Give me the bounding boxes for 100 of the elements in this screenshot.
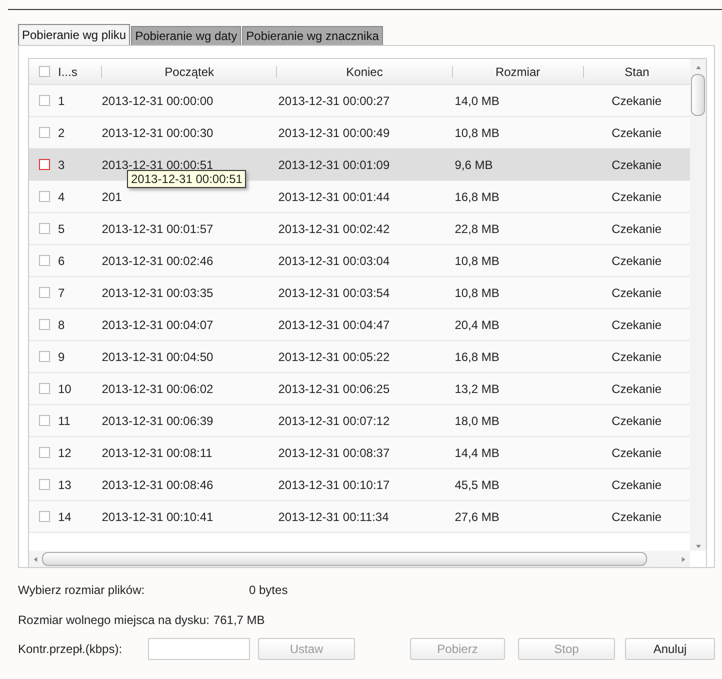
scrollbar-thumb[interactable] xyxy=(42,552,647,566)
tab[interactable]: Pobieranie wg znacznika xyxy=(242,26,383,45)
table-row[interactable]: 10 2013-12-31 00:06:02 2013-12-31 00:06:25 13,2 MB Czekanie xyxy=(29,373,690,405)
table-cell: Czekanie xyxy=(612,126,662,140)
table-cell: 10,8 MB xyxy=(454,254,500,268)
table-cell: 2013-12-31 00:06:02 xyxy=(102,382,214,396)
table-cell: Czekanie xyxy=(612,382,662,396)
table-cell: 3 xyxy=(58,158,65,172)
table-cell: 2013-12-31 00:02:42 xyxy=(278,222,390,236)
action-button[interactable]: Anuluj xyxy=(625,638,715,660)
table-cell: 2013-12-31 00:10:17 xyxy=(278,478,390,492)
table-cell: 6 xyxy=(58,254,65,268)
table-cell: 2013-12-31 00:01:09 xyxy=(278,158,390,172)
column-header[interactable]: Koniec xyxy=(277,64,452,78)
row-checkbox[interactable] xyxy=(39,319,50,330)
table-row[interactable]: 6 2013-12-31 00:02:46 2013-12-31 00:03:04 10,8 MB Czekanie xyxy=(29,245,690,277)
table-cell: 12 xyxy=(58,446,72,460)
tab[interactable]: Pobieranie wg daty xyxy=(131,26,242,45)
rate-input-field[interactable] xyxy=(148,638,250,660)
table-cell: 2013-12-31 00:04:47 xyxy=(278,318,390,332)
row-checkbox[interactable] xyxy=(39,191,50,202)
table-cell: Czekanie xyxy=(612,94,662,108)
table-cell: 9,6 MB xyxy=(454,158,493,172)
row-checkbox[interactable] xyxy=(39,127,50,138)
row-checkbox[interactable] xyxy=(39,351,50,362)
row-checkbox[interactable] xyxy=(39,255,50,266)
table-cell: Czekanie xyxy=(612,222,662,236)
row-checkbox[interactable] xyxy=(39,415,50,426)
table-cell: 2013-12-31 00:07:12 xyxy=(278,414,390,428)
horizontal-scrollbar[interactable] xyxy=(29,551,690,567)
table-cell: Czekanie xyxy=(612,414,662,428)
table-cell: 22,8 MB xyxy=(454,222,500,236)
row-checkbox[interactable] xyxy=(39,447,50,458)
table-row[interactable]: 14 2013-12-31 00:10:41 2013-12-31 00:11:34 27,6 MB Czekanie xyxy=(29,501,690,533)
tooltip: 2013-12-31 00:00:51 xyxy=(127,170,246,188)
scroll-down-icon[interactable] xyxy=(694,544,702,549)
table-row[interactable]: 11 2013-12-31 00:06:39 2013-12-31 00:07:12 18,0 MB Czekanie xyxy=(29,405,690,437)
table-cell: 2013-12-31 00:11:34 xyxy=(278,510,389,524)
table-row[interactable]: 13 2013-12-31 00:08:46 2013-12-31 00:10:17 45,5 MB Czekanie xyxy=(29,469,690,501)
table-cell: 11 xyxy=(58,414,70,428)
table-cell: 16,8 MB xyxy=(454,190,500,204)
table-cell: 2013-12-31 00:08:46 xyxy=(102,478,214,492)
scroll-right-icon[interactable] xyxy=(681,556,686,562)
row-checkbox[interactable] xyxy=(39,223,50,234)
tab[interactable]: Pobieranie wg pliku xyxy=(18,24,130,45)
column-header[interactable]: Początek xyxy=(102,64,276,78)
table-cell: 2013-12-31 00:00:49 xyxy=(278,126,390,140)
table-cell: 10,8 MB xyxy=(454,286,500,300)
table-cell: 45,5 MB xyxy=(454,478,500,492)
table-cell: Czekanie xyxy=(612,190,662,204)
table-cell: Czekanie xyxy=(612,510,662,524)
table-row[interactable]: 7 2013-12-31 00:03:35 2013-12-31 00:03:54 10,8 MB Czekanie xyxy=(29,277,690,309)
row-checkbox[interactable] xyxy=(39,287,50,298)
row-checkbox[interactable] xyxy=(39,159,50,170)
table-cell: 2013-12-31 00:08:11 xyxy=(102,446,212,460)
column-header[interactable]: Stan xyxy=(584,64,690,78)
table-row[interactable]: 2 2013-12-31 00:00:30 2013-12-31 00:00:49 10,8 MB Czekanie xyxy=(29,117,690,149)
table-cell: 1 xyxy=(58,94,65,108)
table-row[interactable]: 8 2013-12-31 00:04:07 2013-12-31 00:04:47 20,4 MB Czekanie xyxy=(29,309,690,341)
table-cell: 2013-12-31 00:06:25 xyxy=(278,382,390,396)
table-cell: 13,2 MB xyxy=(454,382,500,396)
table-cell: Czekanie xyxy=(612,254,662,268)
table-cell: Czekanie xyxy=(612,286,662,300)
row-checkbox[interactable] xyxy=(39,479,50,490)
table-cell: 2013-12-31 00:06:39 xyxy=(102,414,214,428)
table-cell: 4 xyxy=(58,190,65,204)
table-cell: 18,0 MB xyxy=(454,414,500,428)
table-cell: 2013-12-31 00:01:57 xyxy=(102,222,214,236)
table-row[interactable]: 5 2013-12-31 00:01:57 2013-12-31 00:02:42 22,8 MB Czekanie xyxy=(29,213,690,245)
column-header[interactable]: I...s xyxy=(58,64,78,78)
table-cell: 13 xyxy=(58,478,72,492)
vertical-scrollbar[interactable] xyxy=(690,59,706,551)
rate-label: Kontr.przepł.(kbps): xyxy=(18,642,124,656)
table-cell: 2013-12-31 00:08:37 xyxy=(278,446,390,460)
info-label: Rozmiar wolnego miejsca na dysku: xyxy=(18,613,210,627)
table-cell: 10 xyxy=(58,382,72,396)
scroll-up-icon[interactable] xyxy=(694,65,702,70)
table-cell: 14,4 MB xyxy=(454,446,500,460)
column-header[interactable]: Rozmiar xyxy=(452,64,583,78)
scroll-left-icon[interactable] xyxy=(33,556,38,562)
scrollbar-thumb[interactable] xyxy=(691,74,705,116)
table-cell: 2013-12-31 00:00:27 xyxy=(278,94,390,108)
table-cell: Czekanie xyxy=(612,318,662,332)
table-cell: 14 xyxy=(58,510,72,524)
select-all-checkbox[interactable] xyxy=(39,66,50,77)
info-label: Wybierz rozmiar plików: xyxy=(18,583,146,597)
row-checkbox[interactable] xyxy=(39,383,50,394)
table-row[interactable]: 12 2013-12-31 00:08:11 2013-12-31 00:08:37 14,4 MB Czekanie xyxy=(29,437,690,469)
row-checkbox[interactable] xyxy=(39,511,50,522)
table-cell: 2013-12-31 00:03:54 xyxy=(278,286,390,300)
table-cell: 2013-12-31 00:00:30 xyxy=(102,126,214,140)
table-cell: 2013-12-31 00:10:41 xyxy=(102,510,214,524)
table-cell: 2013-12-31 00:02:46 xyxy=(102,254,214,268)
row-checkbox[interactable] xyxy=(39,95,50,106)
table-cell: 2013-12-31 00:03:35 xyxy=(102,286,214,300)
table-row[interactable]: 1 2013-12-31 00:00:00 2013-12-31 00:00:27 14,0 MB Czekanie xyxy=(29,85,690,117)
table-cell: Czekanie xyxy=(612,446,662,460)
table-cell: 2013-12-31 00:01:44 xyxy=(278,190,390,204)
table-row[interactable]: 9 2013-12-31 00:04:50 2013-12-31 00:05:22 16,8 MB Czekanie xyxy=(29,341,690,373)
table-cell: 16,8 MB xyxy=(454,350,500,364)
